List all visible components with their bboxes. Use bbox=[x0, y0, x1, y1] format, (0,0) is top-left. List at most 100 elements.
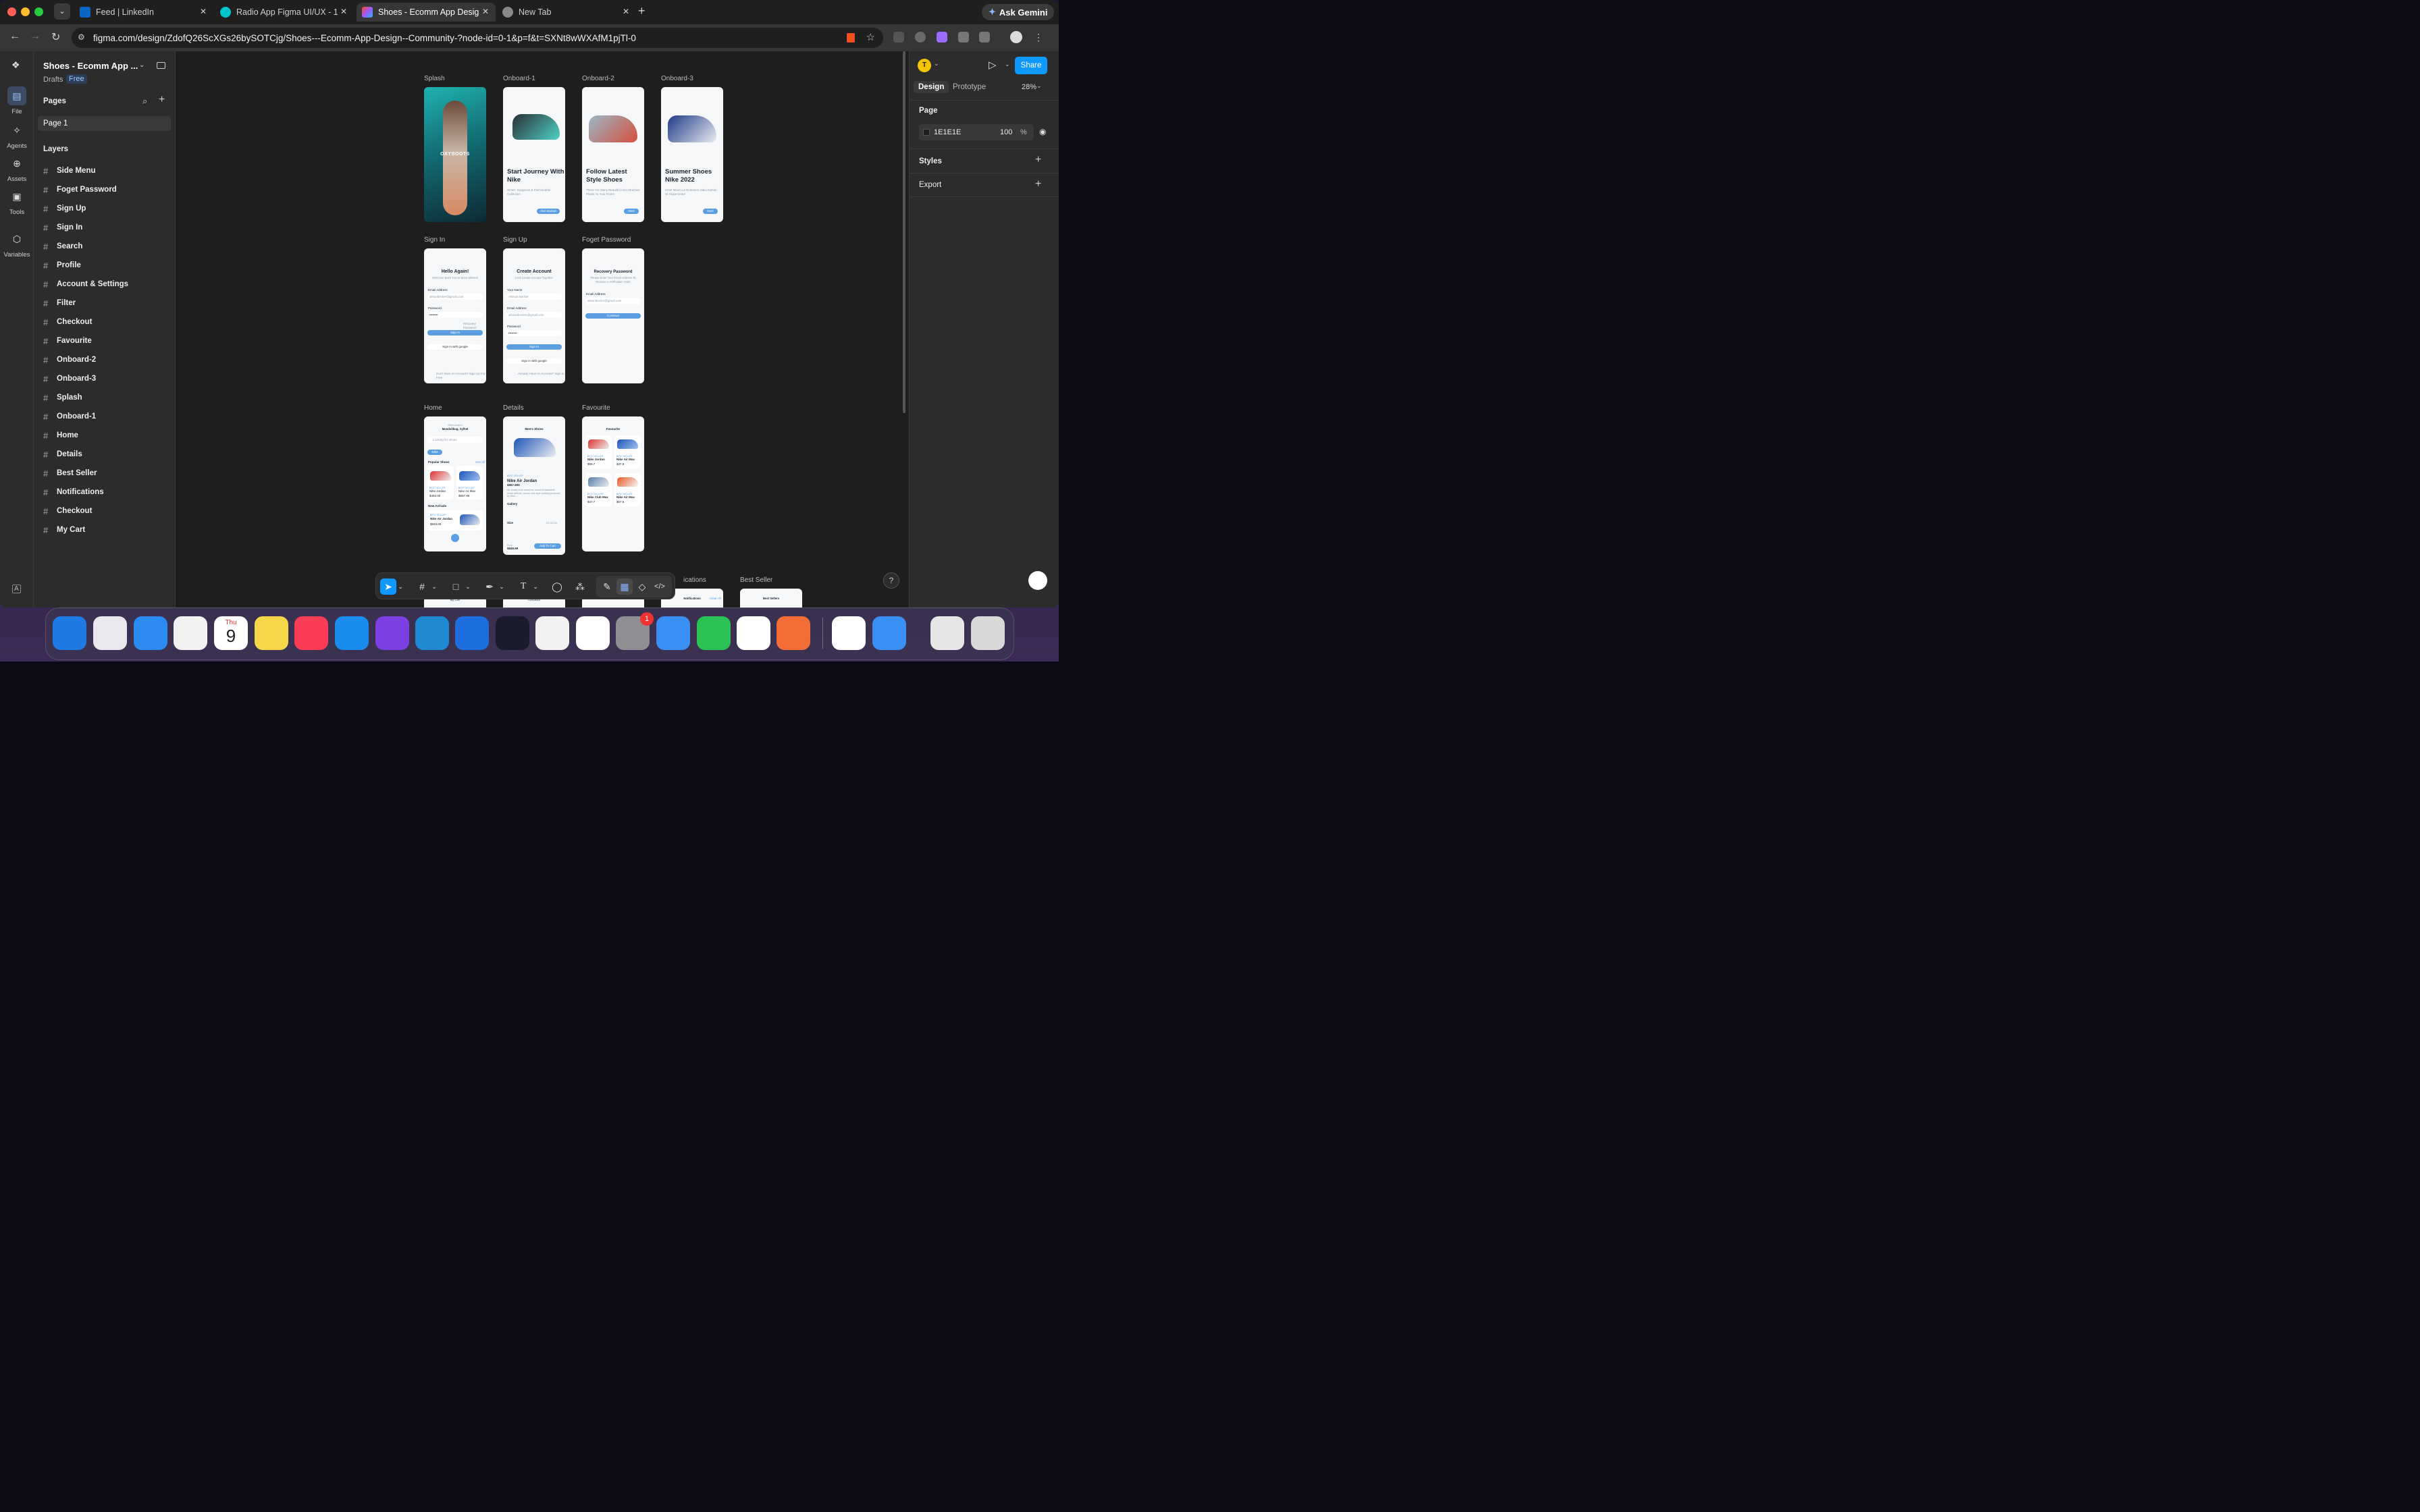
layer-item[interactable]: # Details bbox=[43, 448, 82, 460]
signup-button[interactable]: Sign In bbox=[506, 344, 562, 350]
eyedropper-extension-icon[interactable] bbox=[893, 32, 904, 43]
frame-signup[interactable]: Create Account Let's Create Account Toge… bbox=[503, 248, 565, 383]
minimize-window-button[interactable] bbox=[21, 7, 30, 16]
rail-agents[interactable]: ✧ Agents bbox=[0, 121, 34, 150]
signup-link[interactable]: Don't have An Account? Sign Up For Free bbox=[436, 372, 486, 380]
extensions-puzzle-icon[interactable] bbox=[979, 32, 990, 43]
close-tab-icon[interactable]: ✕ bbox=[340, 7, 347, 16]
accessibility-icon[interactable]: A bbox=[12, 585, 21, 593]
favourite-card[interactable]: BEST SELLER Nike Club Max $47.7 bbox=[585, 473, 612, 507]
frame-details[interactable]: Men's Shoes BEST SELLER Nike Air Jordan … bbox=[503, 416, 565, 555]
layer-item[interactable]: # Home bbox=[43, 429, 78, 441]
chevron-down-icon[interactable]: ⌄ bbox=[139, 61, 144, 69]
text-icon[interactable]: T bbox=[515, 578, 531, 595]
new-tab-button[interactable]: + bbox=[638, 4, 646, 18]
layer-item[interactable]: # Splash bbox=[43, 392, 82, 404]
layer-item[interactable]: # My Cart bbox=[43, 524, 85, 536]
component-icon[interactable]: ◇ bbox=[634, 578, 650, 595]
frame-label-best-seller[interactable]: Best Seller bbox=[740, 576, 772, 584]
globe-extension-icon[interactable] bbox=[915, 32, 926, 43]
chevron-down-icon[interactable]: ⌄ bbox=[464, 578, 472, 595]
frame-favourite[interactable]: Favourite BEST SELLER Nike Jordan $58.7 BES… bbox=[582, 416, 644, 551]
launchpad-icon[interactable] bbox=[93, 616, 127, 650]
add-style-icon[interactable]: + bbox=[1035, 154, 1041, 166]
frame-label-home[interactable]: Home bbox=[424, 404, 442, 412]
favourite-card[interactable]: BEST SELLER Nike Air Max $57.6 bbox=[614, 473, 641, 507]
frame-splash[interactable]: OXYBOOTS bbox=[424, 87, 486, 222]
present-play-icon[interactable]: ▷ bbox=[989, 59, 997, 71]
xcode-icon[interactable] bbox=[455, 616, 489, 650]
frame-label-signup[interactable]: Sign Up bbox=[503, 236, 527, 244]
frame-label-favourite[interactable]: Favourite bbox=[582, 404, 610, 412]
ask-gemini-button[interactable]: ✦ Ask Gemini bbox=[982, 4, 1055, 20]
rail-assets[interactable]: ⊕ Assets bbox=[0, 154, 34, 183]
frame-label-signin[interactable]: Sign In bbox=[424, 236, 445, 244]
frame-label-notifications[interactable]: ications bbox=[683, 576, 706, 584]
google-signin-button[interactable]: Sign in with google bbox=[427, 344, 483, 350]
vscode-icon[interactable] bbox=[415, 616, 449, 650]
panel-toggle-icon[interactable] bbox=[157, 62, 165, 69]
layer-item[interactable]: # Notifications bbox=[43, 486, 104, 498]
move-icon[interactable]: ➤ bbox=[380, 578, 396, 595]
brand-chip[interactable]: Nike bbox=[427, 450, 442, 455]
chevron-down-icon[interactable]: ⌄ bbox=[531, 578, 540, 595]
layer-item[interactable]: # Checkout bbox=[43, 505, 92, 517]
frame-label-splash[interactable]: Splash bbox=[424, 75, 445, 82]
rail-variables[interactable]: ⬡ Variables bbox=[0, 230, 34, 259]
page-item[interactable]: Page 1 bbox=[38, 116, 171, 131]
frame-label-onboard3[interactable]: Onboard-3 bbox=[661, 75, 693, 82]
layer-item[interactable]: # Best Seller bbox=[43, 467, 97, 479]
calendar-icon[interactable]: Thu 9 bbox=[214, 616, 248, 650]
product-card[interactable]: BEST SELLER Nike Air Max $897.99 bbox=[456, 466, 483, 500]
music-icon[interactable] bbox=[294, 616, 328, 650]
rail-tools[interactable]: ▣ Tools bbox=[0, 187, 34, 216]
close-tab-icon[interactable]: ✕ bbox=[200, 7, 207, 16]
reload-icon[interactable]: ↻ bbox=[51, 30, 60, 44]
clear-all-link[interactable]: Clear All bbox=[710, 597, 721, 601]
recovery-link[interactable]: Recovery Password bbox=[463, 322, 486, 330]
arrival-card[interactable]: BEST SELLER Nike Air Jordan $849.69 bbox=[427, 510, 483, 531]
instruments-icon[interactable] bbox=[535, 616, 569, 650]
comment-icon[interactable]: ◯ bbox=[549, 578, 565, 595]
frame-label-onboard2[interactable]: Onboard-2 bbox=[582, 75, 614, 82]
tab-design[interactable]: Design bbox=[914, 81, 949, 93]
frame-best-seller[interactable]: Best Sellers bbox=[740, 589, 802, 608]
reminders-icon[interactable] bbox=[174, 616, 207, 650]
figma-menu-icon[interactable]: ❖ bbox=[11, 59, 20, 71]
tab-new-tab[interactable]: New Tab ✕ bbox=[497, 3, 636, 22]
drafts-label[interactable]: Drafts bbox=[43, 76, 63, 84]
password-field[interactable]: •••••••• bbox=[427, 312, 483, 318]
product-card[interactable]: BEST SELLER Nike Jordan $493.00 bbox=[427, 466, 454, 500]
next-button[interactable]: Next bbox=[703, 209, 718, 214]
browser-menu-icon[interactable]: ⋮ bbox=[1034, 32, 1043, 43]
layer-item[interactable]: # Filter bbox=[43, 297, 76, 309]
frame-onboard2[interactable]: Follow Latest Style Shoes There Are Many… bbox=[582, 87, 644, 222]
layer-item[interactable]: # Side Menu bbox=[43, 165, 96, 177]
tab-radio-app[interactable]: Radio App Figma UI/UX - 160 ✕ bbox=[215, 3, 354, 22]
frame-onboard3[interactable]: Summer Shoes Nike 2022 Amet Minim Lit No… bbox=[661, 87, 723, 222]
frame-label-onboard1[interactable]: Onboard-1 bbox=[503, 75, 535, 82]
layer-item[interactable]: # Sign Up bbox=[43, 202, 86, 215]
signin-button[interactable]: Sign In bbox=[427, 330, 483, 335]
frame-signin[interactable]: Hello Again! Welcome Back You've Been Mi… bbox=[424, 248, 486, 383]
url-text[interactable]: figma.com/design/ZdofQ26ScXGs26bySOTCjg/… bbox=[93, 33, 636, 43]
draw-icon[interactable]: ✎ bbox=[599, 578, 615, 595]
password-field[interactable]: •••••••• bbox=[506, 330, 562, 336]
location-value[interactable]: Mondolibug, Sylhet bbox=[424, 427, 486, 431]
frame-onboard1[interactable]: Start Journey With Nike Smart, Gorgeous … bbox=[503, 87, 565, 222]
rail-file[interactable]: ▤ File bbox=[0, 86, 34, 115]
canvas[interactable]: Splash OXYBOOTS Onboard-1 Start Journey … bbox=[176, 51, 909, 608]
frame-label-forgot[interactable]: Foget Password bbox=[582, 236, 631, 244]
ai-assistant-icon[interactable] bbox=[1028, 571, 1047, 590]
visibility-eye-icon[interactable]: ◉ bbox=[1039, 127, 1046, 136]
layer-item[interactable]: # Profile bbox=[43, 259, 81, 271]
site-info-icon[interactable]: ⚙ bbox=[78, 32, 85, 42]
continue-button[interactable]: Continue bbox=[585, 313, 641, 319]
preview-icon[interactable] bbox=[872, 616, 906, 650]
frame-label-details[interactable]: Details bbox=[503, 404, 524, 412]
chevron-down-icon[interactable]: ⌄ bbox=[934, 60, 939, 68]
name-field[interactable]: Alisson Becker bbox=[506, 294, 562, 300]
layer-item[interactable]: # Foget Password bbox=[43, 184, 117, 196]
feather-extension-icon[interactable] bbox=[937, 32, 947, 43]
tab-prototype[interactable]: Prototype bbox=[953, 83, 986, 91]
